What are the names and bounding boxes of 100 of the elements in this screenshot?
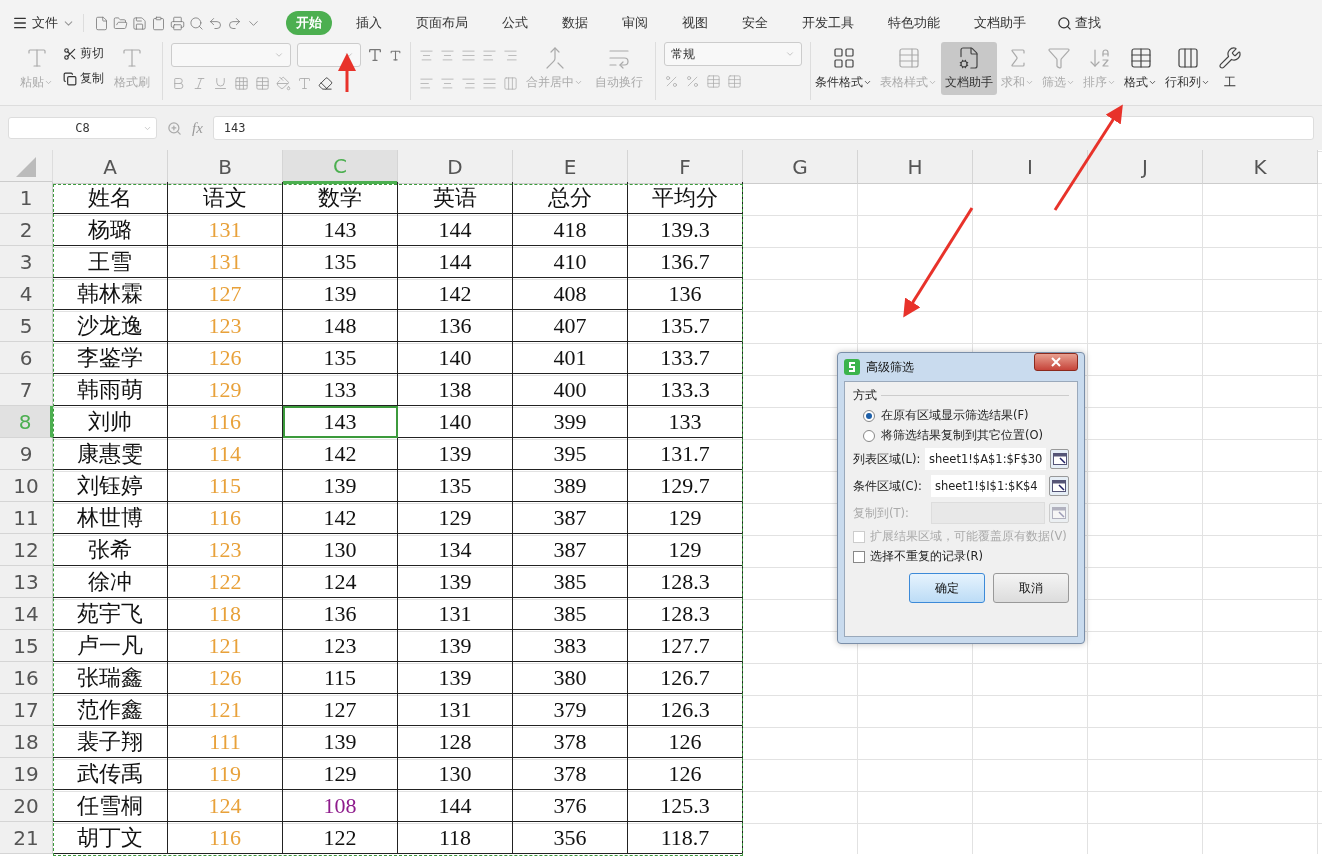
align-icon[interactable] bbox=[440, 47, 455, 63]
row-header[interactable]: 18 bbox=[0, 726, 53, 758]
align-icon[interactable] bbox=[482, 75, 497, 91]
table-cell: 144 bbox=[398, 790, 513, 822]
table-cell: 裴子翔 bbox=[53, 726, 168, 758]
dialog-button[interactable]: 确定 bbox=[909, 573, 985, 603]
menu-tab[interactable]: 特色功能 bbox=[878, 11, 950, 35]
row-header[interactable]: 4 bbox=[0, 278, 53, 310]
range-field[interactable]: sheet1!$I$1:$K$4 bbox=[931, 475, 1045, 497]
range-field[interactable]: sheet1!$A$1:$F$30 bbox=[925, 448, 1047, 470]
dialog-button[interactable]: 取消 bbox=[993, 573, 1069, 603]
table-cell: 122 bbox=[283, 822, 398, 854]
column-header[interactable]: J bbox=[1088, 150, 1203, 184]
toolbar-icon[interactable] bbox=[151, 15, 166, 31]
column-header[interactable]: H bbox=[858, 150, 973, 184]
row-header[interactable]: 7 bbox=[0, 374, 53, 406]
checkbox-option[interactable]: 选择不重复的记录(R) bbox=[853, 549, 1069, 564]
table-cell: 总分 bbox=[513, 182, 628, 214]
range-picker-button[interactable] bbox=[1050, 449, 1069, 469]
number-icon[interactable] bbox=[664, 73, 679, 89]
toolbar-icon[interactable] bbox=[170, 15, 185, 31]
menu-tab[interactable]: 公式 bbox=[492, 11, 538, 35]
column-header[interactable]: F bbox=[628, 150, 743, 184]
number-icon[interactable] bbox=[727, 73, 742, 89]
number-icon[interactable] bbox=[706, 73, 721, 89]
row-header[interactable]: 13 bbox=[0, 566, 53, 598]
row-header[interactable]: 6 bbox=[0, 342, 53, 374]
column-header[interactable]: B bbox=[168, 150, 283, 184]
align-icon[interactable] bbox=[419, 47, 434, 63]
align-icon[interactable] bbox=[419, 75, 434, 91]
ribbon-button[interactable]: 工 bbox=[1214, 42, 1246, 95]
row-header[interactable]: 12 bbox=[0, 534, 53, 566]
row-header[interactable]: 3 bbox=[0, 246, 53, 278]
menu-tab[interactable]: 开发工具 bbox=[792, 11, 864, 35]
row-header[interactable]: 17 bbox=[0, 694, 53, 726]
ribbon-button[interactable]: 行和列 bbox=[1161, 42, 1214, 95]
formula-field[interactable]: 143 bbox=[212, 116, 1314, 140]
font-size-field[interactable] bbox=[297, 43, 361, 67]
name-box[interactable]: C8 bbox=[8, 117, 157, 139]
radio-option[interactable]: 在原有区域显示筛选结果(F) bbox=[853, 408, 1069, 423]
align-icon[interactable] bbox=[461, 47, 476, 63]
menu-tab[interactable]: 文档助手 bbox=[964, 11, 1036, 35]
column-header[interactable]: K bbox=[1203, 150, 1318, 184]
row-header[interactable]: 20 bbox=[0, 790, 53, 822]
radio-icon[interactable] bbox=[863, 429, 875, 442]
align-icon[interactable] bbox=[461, 75, 476, 91]
row-header[interactable]: 11 bbox=[0, 502, 53, 534]
number-icon[interactable] bbox=[685, 73, 700, 89]
search-button[interactable]: 查找 bbox=[1051, 13, 1107, 33]
radio-option[interactable]: 将筛选结果复制到其它位置(O) bbox=[853, 428, 1069, 443]
annotation-arrow bbox=[338, 53, 356, 92]
close-button[interactable] bbox=[1034, 353, 1078, 371]
format-icon[interactable] bbox=[318, 75, 333, 91]
toolbar-icon[interactable] bbox=[113, 15, 128, 31]
align-icon[interactable] bbox=[503, 75, 518, 91]
menu-tab[interactable]: 安全 bbox=[732, 11, 778, 35]
table-cell: 苑宇飞 bbox=[53, 598, 168, 630]
grow-font-icon[interactable] bbox=[367, 47, 383, 63]
ribbon-button[interactable]: 文档助手 bbox=[941, 42, 997, 95]
row-header[interactable]: 15 bbox=[0, 630, 53, 662]
font-name-field[interactable] bbox=[171, 43, 291, 67]
menu-tab[interactable]: 插入 bbox=[346, 11, 392, 35]
ribbon-button[interactable]: 条件格式 bbox=[811, 42, 876, 95]
row-header[interactable]: 1 bbox=[0, 182, 53, 214]
align-icon[interactable] bbox=[503, 47, 518, 63]
radio-icon[interactable] bbox=[863, 409, 875, 422]
column-header[interactable]: A bbox=[53, 150, 168, 184]
column-header[interactable]: D bbox=[398, 150, 513, 184]
ribbon-button[interactable]: 剪切 bbox=[61, 42, 106, 65]
toolbar-icon[interactable] bbox=[189, 15, 204, 31]
toolbar-icon[interactable] bbox=[208, 15, 223, 31]
checkbox-icon[interactable] bbox=[853, 550, 865, 563]
zoom-icon[interactable] bbox=[167, 120, 182, 136]
column-header[interactable]: G bbox=[743, 150, 858, 184]
row-header[interactable]: 14 bbox=[0, 598, 53, 630]
toolbar-icon[interactable] bbox=[94, 15, 109, 31]
menu-tab[interactable]: 页面布局 bbox=[406, 11, 478, 35]
toolbar-icon[interactable] bbox=[132, 15, 147, 31]
align-icon[interactable] bbox=[440, 75, 455, 91]
row-header[interactable]: 2 bbox=[0, 214, 53, 246]
column-header[interactable]: E bbox=[513, 150, 628, 184]
row-header[interactable]: 5 bbox=[0, 310, 53, 342]
row-header[interactable]: 19 bbox=[0, 758, 53, 790]
number-format-field[interactable]: 常规 bbox=[664, 42, 802, 66]
row-header[interactable]: 9 bbox=[0, 438, 53, 470]
shrink-font-icon[interactable] bbox=[389, 48, 402, 62]
file-menu[interactable]: 文件 bbox=[12, 14, 84, 32]
row-header[interactable]: 16 bbox=[0, 662, 53, 694]
row-header[interactable]: 21 bbox=[0, 822, 53, 854]
toolbar-icon[interactable] bbox=[227, 15, 242, 31]
ribbon-button[interactable]: 格式 bbox=[1120, 42, 1161, 95]
align-icon[interactable] bbox=[482, 47, 497, 63]
range-picker-button[interactable] bbox=[1049, 476, 1069, 496]
select-all-corner[interactable] bbox=[0, 150, 53, 182]
menu-tab[interactable]: 数据 bbox=[552, 11, 598, 35]
column-header[interactable]: I bbox=[973, 150, 1088, 184]
menu-tab[interactable]: 视图 bbox=[672, 11, 718, 35]
row-header[interactable]: 10 bbox=[0, 470, 53, 502]
ribbon-button[interactable]: 复制 bbox=[61, 67, 106, 90]
menu-tab[interactable]: 审阅 bbox=[612, 11, 658, 35]
